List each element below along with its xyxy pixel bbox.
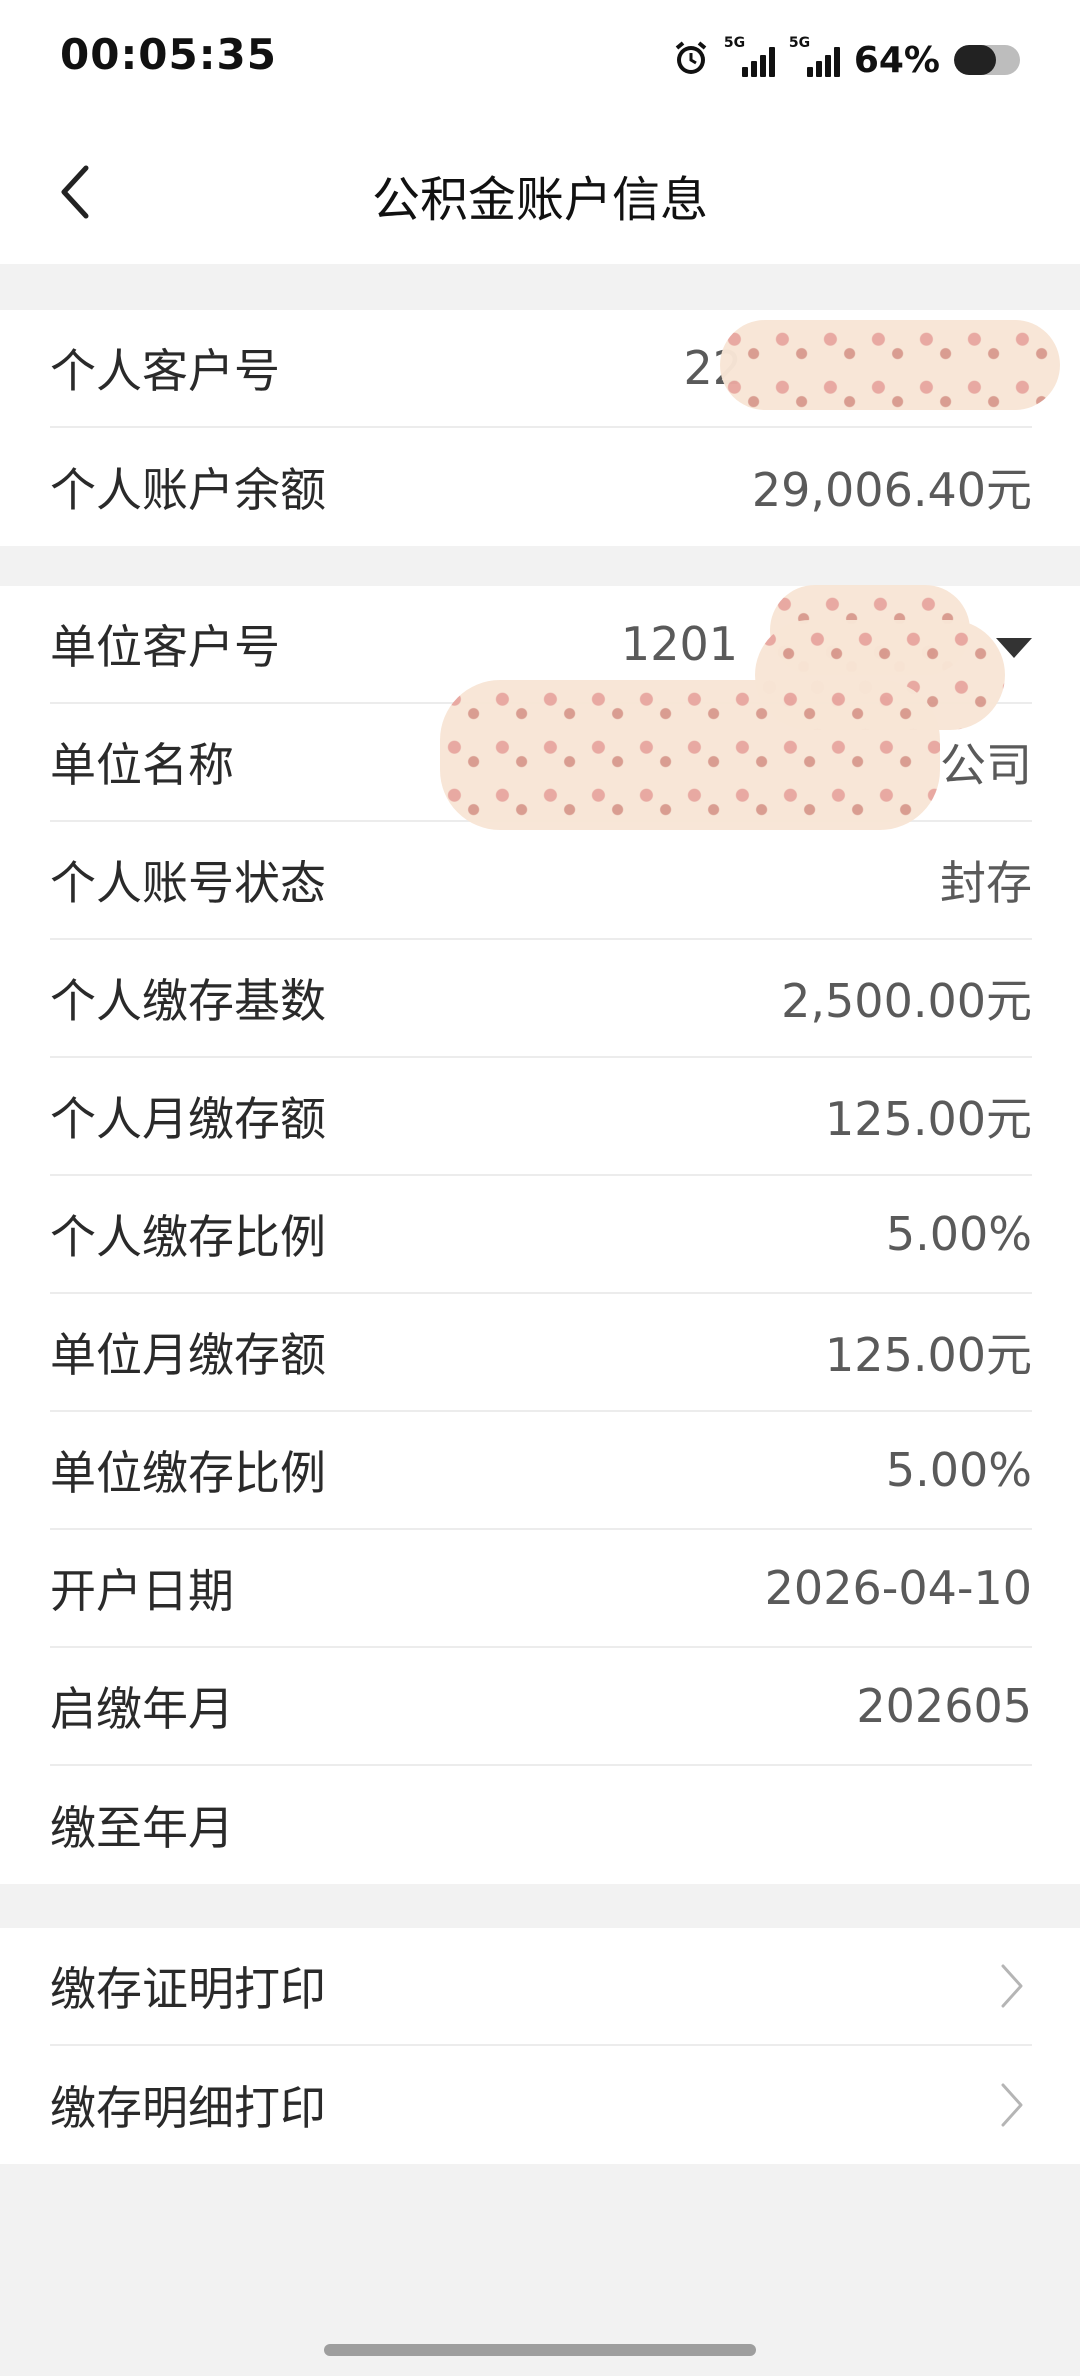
row-value: 2,500.00元: [781, 974, 1032, 1028]
row-value: 公司: [940, 738, 1032, 792]
row-unit-ratio: 单位缴存比例 5.00%: [50, 1412, 1032, 1530]
row-value: 5.00%: [885, 1443, 1032, 1497]
row-label: 单位月缴存额: [50, 1328, 326, 1382]
signal-tag: 5G: [788, 35, 811, 51]
row-personal-balance: 个人账户余额 29,006.40元: [50, 428, 1032, 546]
row-unit-monthly: 单位月缴存额 125.00元: [50, 1294, 1032, 1412]
home-indicator[interactable]: [324, 2344, 756, 2356]
row-label: 启缴年月: [50, 1682, 234, 1736]
row-open-date: 开户日期 2026-04-10: [50, 1530, 1032, 1648]
row-label: 个人账户余额: [50, 463, 326, 517]
row-label: 个人账号状态: [50, 856, 326, 910]
row-value: 202605: [856, 1679, 1032, 1733]
redaction-sticker: [720, 320, 1060, 410]
deposit-certificate-print-item[interactable]: 缴存证明打印: [50, 1928, 1032, 2046]
row-personal-base: 个人缴存基数 2,500.00元: [50, 940, 1032, 1058]
row-label: 个人客户号: [50, 344, 280, 398]
status-icons: 5G 5G 64%: [672, 35, 1020, 84]
chevron-right-icon: [992, 2083, 1032, 2127]
status-bar: 00:05:35 5G 5G 64%: [0, 0, 1080, 120]
row-label: 缴存证明打印: [50, 1962, 326, 2016]
page-title: 公积金账户信息: [371, 172, 708, 228]
row-personal-monthly: 个人月缴存额 125.00元: [50, 1058, 1032, 1176]
row-value: 125.00元: [825, 1328, 1032, 1382]
row-label: 缴至年月: [50, 1801, 234, 1855]
battery-percent: 64%: [853, 39, 940, 81]
signal-5g-icon: 5G: [724, 35, 775, 77]
chevron-right-icon: [992, 1964, 1032, 2008]
status-time: 00:05:35: [60, 30, 277, 79]
row-label: 个人缴存基数: [50, 974, 326, 1028]
row-label: 单位名称: [50, 738, 234, 792]
row-label: 开户日期: [50, 1564, 234, 1618]
row-label: 单位客户号: [50, 620, 280, 674]
deposit-detail-print-item[interactable]: 缴存明细打印: [50, 2046, 1032, 2164]
row-label: 缴存明细打印: [50, 2081, 326, 2135]
row-value: 29,006.40元: [751, 463, 1032, 517]
signal-tag: 5G: [723, 35, 746, 51]
signal-5g-icon: 5G: [789, 35, 840, 77]
row-value: 125.00元: [825, 1092, 1032, 1146]
row-account-status: 个人账号状态 封存: [50, 822, 1032, 940]
row-label: 单位缴存比例: [50, 1446, 326, 1500]
unit-customer-no-value: 1201: [620, 617, 738, 671]
row-personal-ratio: 个人缴存比例 5.00%: [50, 1176, 1032, 1294]
alarm-icon: [672, 39, 710, 81]
row-value: 2026-04-10: [764, 1561, 1032, 1615]
row-end-month: 缴至年月: [50, 1766, 1032, 1884]
battery-icon: [954, 45, 1020, 75]
header-bar: 公积金账户信息: [0, 120, 1080, 264]
row-value: 封存: [940, 856, 1032, 910]
print-section: 缴存证明打印 缴存明细打印: [0, 1928, 1080, 2164]
redaction-sticker: [440, 680, 940, 830]
row-label: 个人月缴存额: [50, 1092, 326, 1146]
row-value: 5.00%: [885, 1207, 1032, 1261]
row-label: 个人缴存比例: [50, 1210, 326, 1264]
row-start-month: 启缴年月 202605: [50, 1648, 1032, 1766]
